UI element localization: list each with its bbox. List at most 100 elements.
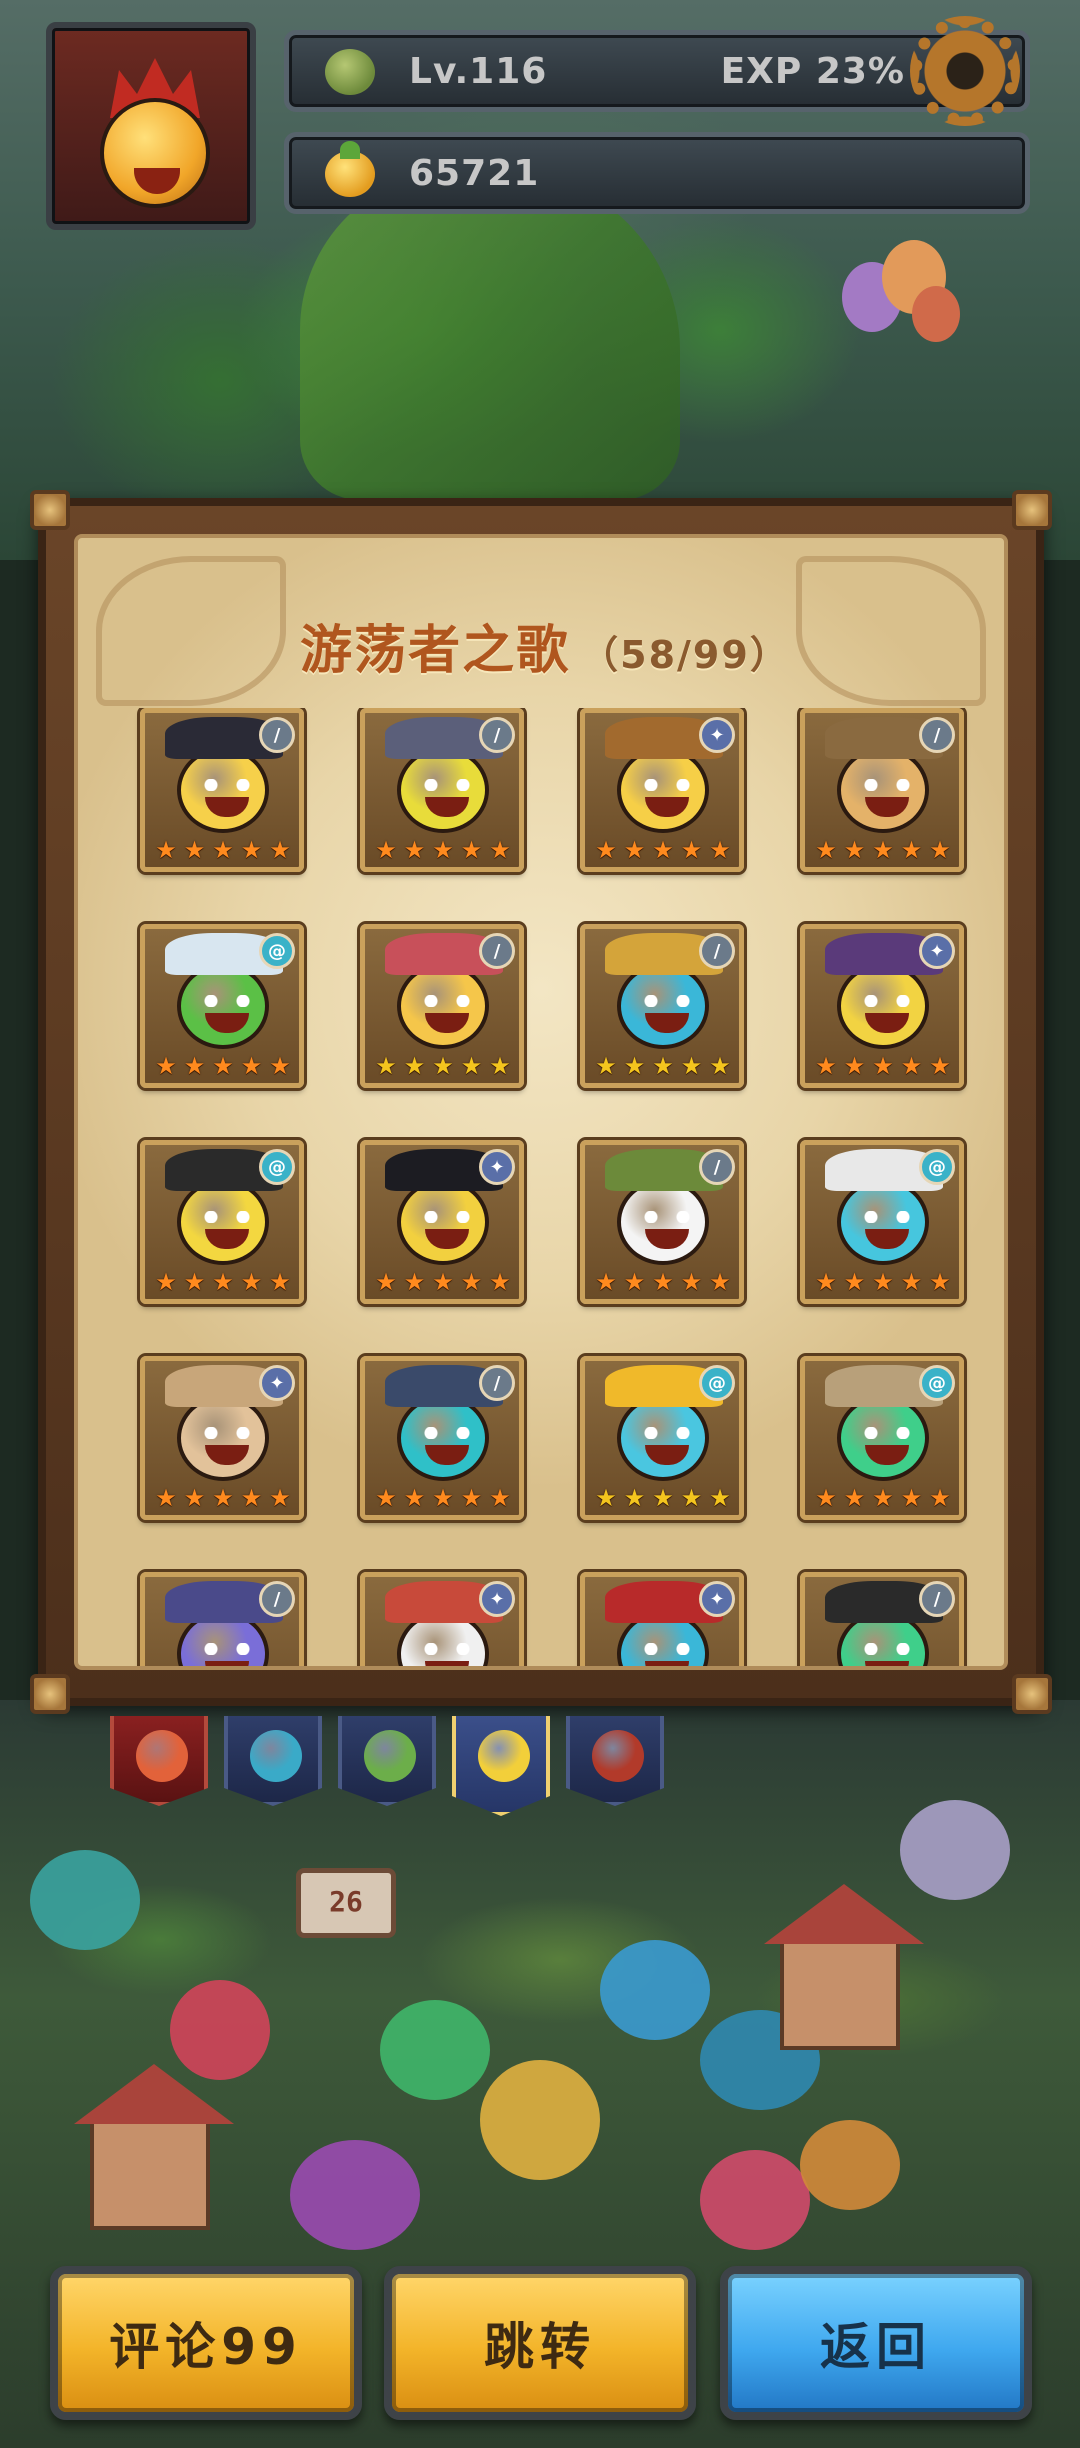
back-button[interactable]: 返回	[720, 2266, 1032, 2420]
character-eyes	[863, 995, 911, 1007]
star-icon: ★	[403, 1052, 426, 1080]
card-fortune-teller[interactable]: ✦ ★ ★ ★ ★ ★	[800, 924, 964, 1088]
character-face	[397, 1179, 489, 1265]
sword-icon: /	[699, 1149, 735, 1185]
star-icon: ★	[815, 1268, 837, 1296]
settings-gear-icon[interactable]	[910, 16, 1020, 126]
star-icon: ★	[929, 836, 951, 864]
star-rating: ★ ★ ★ ★ ★	[153, 1269, 293, 1295]
magic-icon: ✦	[919, 933, 955, 969]
mailbox-sign: 26	[296, 1868, 396, 1938]
card-red-beast[interactable]: ✦★★★★★	[580, 1572, 744, 1666]
star-icon: ★	[709, 1484, 731, 1512]
star-icon: ★	[595, 1052, 617, 1080]
star-icon: ★	[269, 1268, 291, 1296]
star-icon: ★	[155, 1052, 177, 1080]
star-icon: ★	[375, 836, 397, 864]
star-icon: ★	[183, 1052, 206, 1080]
card-cat-chef[interactable]: ✦★★★★★	[360, 1572, 524, 1666]
star-icon: ★	[155, 1484, 177, 1512]
star-icon: ★	[403, 836, 426, 864]
spiral-icon: @	[919, 1365, 955, 1401]
star-icon: ★	[489, 1052, 511, 1080]
card-vampire-hunter[interactable]: / ★ ★ ★ ★ ★	[140, 708, 304, 872]
collection-name: 游荡者之歌	[300, 621, 571, 681]
panel-corner	[30, 490, 70, 530]
card-panda[interactable]: / ★ ★ ★ ★ ★	[580, 1140, 744, 1304]
character-face	[177, 1395, 269, 1481]
card-samurai[interactable]: /★★★★★	[800, 1572, 964, 1666]
comment-button[interactable]: 评论99	[50, 2266, 362, 2420]
character-eyes	[863, 1211, 911, 1223]
beanstalk-decoration	[300, 170, 680, 500]
character-eyes	[203, 1427, 251, 1439]
character-eyes	[423, 779, 471, 791]
card-explorer[interactable]: @ ★ ★ ★ ★ ★	[800, 1356, 964, 1520]
star-icon: ★	[240, 1268, 263, 1296]
coin-bar: 65721	[284, 132, 1030, 214]
character-mouth	[645, 1661, 689, 1666]
star-icon: ★	[269, 1052, 291, 1080]
star-icon: ★	[269, 836, 291, 864]
character-card-grid[interactable]: / ★ ★ ★ ★ ★ / ★ ★ ★ ★ ★ ✦ ★ ★ ★ ★ ★ / ★ ★ ★ ★ ★ @ ★ ★ ★ ★ ★ / ★ ★ ★ ★ ★ / ★ ★ ★…	[78, 708, 1004, 1666]
character-face	[177, 963, 269, 1049]
star-icon: ★	[843, 1484, 866, 1512]
star-icon: ★	[212, 836, 234, 864]
star-icon: ★	[212, 1484, 234, 1512]
star-icon: ★	[375, 1484, 397, 1512]
card-ronin[interactable]: / ★ ★ ★ ★ ★	[360, 924, 524, 1088]
star-icon: ★	[623, 1484, 646, 1512]
star-icon: ★	[900, 1052, 923, 1080]
magic-icon: ✦	[479, 1149, 515, 1185]
character-eyes	[643, 1211, 691, 1223]
star-icon: ★	[652, 1268, 674, 1296]
card-robot-soldier[interactable]: / ★ ★ ★ ★ ★	[360, 1356, 524, 1520]
star-icon: ★	[709, 1268, 731, 1296]
character-eyes	[863, 779, 911, 791]
parchment-background: 游荡者之歌 （58/99） / ★ ★ ★ ★ ★ / ★ ★ ★ ★ ★ ✦ ★ ★ ★ ★ ★ / ★ ★ ★ ★ ★ @ ★ ★…	[74, 534, 1008, 1670]
card-winged-knight[interactable]: / ★ ★ ★ ★ ★	[360, 708, 524, 872]
card-magician[interactable]: ✦ ★ ★ ★ ★ ★	[360, 1140, 524, 1304]
tab-yellow-faction[interactable]	[452, 1716, 550, 1816]
star-icon: ★	[595, 1268, 617, 1296]
magic-icon: ✦	[699, 717, 735, 753]
star-icon: ★	[680, 1484, 703, 1512]
character-mouth	[425, 797, 469, 817]
star-icon: ★	[680, 836, 703, 864]
card-iron-mask[interactable]: ✦ ★ ★ ★ ★ ★	[140, 1356, 304, 1520]
card-forest-spirit[interactable]: @ ★ ★ ★ ★ ★	[140, 924, 304, 1088]
star-rating: ★ ★ ★ ★ ★	[813, 1053, 953, 1079]
panel-corner	[30, 1674, 70, 1714]
star-icon: ★	[815, 836, 837, 864]
tab-green-faction[interactable]	[338, 1716, 436, 1806]
faction-icon	[364, 1730, 416, 1782]
character-mouth	[425, 1013, 469, 1033]
monster-decoration	[700, 2150, 810, 2250]
character-face	[837, 1395, 929, 1481]
character-eyes	[203, 779, 251, 791]
card-golden-king[interactable]: @ ★ ★ ★ ★ ★	[580, 1356, 744, 1520]
star-rating: ★ ★ ★ ★ ★	[373, 1485, 513, 1511]
card-steampunk[interactable]: / ★ ★ ★ ★ ★	[800, 708, 964, 872]
tab-blue-faction[interactable]	[224, 1716, 322, 1806]
card-gunslinger[interactable]: ✦ ★ ★ ★ ★ ★	[580, 708, 744, 872]
jump-button[interactable]: 跳转	[384, 2266, 696, 2420]
star-icon: ★	[872, 1268, 894, 1296]
card-crusader[interactable]: / ★ ★ ★ ★ ★	[580, 924, 744, 1088]
character-face	[397, 963, 489, 1049]
player-avatar[interactable]	[46, 22, 256, 230]
tab-dark-faction[interactable]	[566, 1716, 664, 1806]
card-pirate[interactable]: @ ★ ★ ★ ★ ★	[140, 1140, 304, 1304]
spiral-icon: @	[699, 1365, 735, 1401]
character-mouth	[645, 1013, 689, 1033]
tab-red-faction[interactable]	[110, 1716, 208, 1806]
star-icon: ★	[432, 1268, 454, 1296]
card-priest[interactable]: @ ★ ★ ★ ★ ★	[800, 1140, 964, 1304]
character-eyes	[643, 779, 691, 791]
star-icon: ★	[375, 1268, 397, 1296]
character-eyes	[423, 1643, 471, 1655]
character-eyes	[863, 1427, 911, 1439]
card-dragon-knight[interactable]: /★★★★★	[140, 1572, 304, 1666]
character-eyes	[423, 1211, 471, 1223]
star-icon: ★	[709, 836, 731, 864]
